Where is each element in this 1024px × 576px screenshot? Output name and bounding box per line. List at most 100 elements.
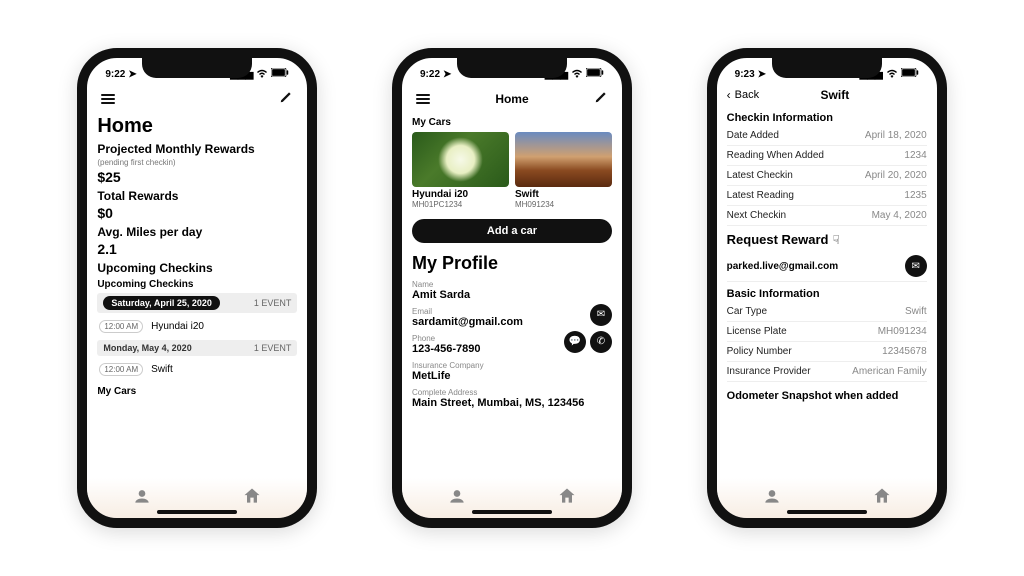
menu-icon[interactable] (416, 94, 430, 104)
message-icon[interactable]: 💬 (564, 331, 586, 353)
topbar-title: Home (495, 92, 528, 106)
info-value: MH091234 (878, 326, 927, 337)
home-indicator (157, 510, 237, 514)
upcoming-checkins-label: Upcoming Checkins (97, 261, 297, 275)
email-value: sardamit@gmail.com (412, 316, 523, 328)
info-key: Latest Checkin (727, 170, 793, 181)
odometer-head: Odometer Snapshot when added (727, 390, 927, 402)
page-title: Home (97, 115, 297, 138)
bottom-nav (717, 478, 937, 518)
info-row: Reading When Added1234 (727, 146, 927, 166)
info-key: Next Checkin (727, 210, 786, 221)
phone-profile: 9:22 ➤ ▁▃▅ Home My Cars Hyundai i20 (392, 48, 632, 528)
edit-icon[interactable] (594, 90, 608, 107)
total-rewards-value: $0 (97, 205, 297, 221)
checkin-info-head: Checkin Information (727, 112, 927, 124)
info-key: Reading When Added (727, 150, 824, 161)
screen-detail: ‹ Back Swift Checkin Information Date Ad… (717, 86, 937, 478)
wifi-icon (256, 68, 268, 81)
edit-icon[interactable] (279, 90, 293, 107)
avg-miles-value: 2.1 (97, 241, 297, 257)
status-time: 9:22 (105, 69, 125, 80)
profile-nav-icon[interactable] (447, 486, 467, 511)
status-time: 9:23 (735, 69, 755, 80)
email-icon[interactable]: ✉ (590, 304, 612, 326)
info-row: Date Added April 18, 2020 (727, 126, 927, 146)
event-count: 1 EVENT (254, 298, 292, 308)
date-row[interactable]: Saturday, April 25, 2020 1 EVENT (97, 293, 297, 313)
event-row[interactable]: 12:00 AM Hyundai i20 (97, 316, 297, 337)
event-time: 12:00 AM (99, 363, 143, 376)
insurance-value: MetLife (412, 370, 612, 382)
event-count: 1 EVENT (254, 343, 292, 353)
info-row: Insurance Provider American Family (727, 362, 927, 382)
phone-value: 123-456-7890 (412, 343, 481, 355)
event-car: Swift (151, 364, 173, 375)
info-row: License Plate MH091234 (727, 322, 927, 342)
avg-miles-label: Avg. Miles per day (97, 225, 297, 239)
name-value: Amit Sarda (412, 289, 612, 301)
wifi-icon (886, 68, 898, 81)
date-pill: Saturday, April 25, 2020 (103, 296, 220, 310)
my-cars-label: My Cars (412, 117, 612, 128)
info-row: Next Checkin May 4, 2020 (727, 206, 927, 226)
projected-value: $25 (97, 169, 297, 185)
profile-title: My Profile (412, 253, 612, 274)
info-row: Latest Reading 1235 (727, 186, 927, 206)
info-row: Car Type Swift (727, 302, 927, 322)
profile-nav-icon[interactable] (132, 486, 152, 511)
location-icon: ➤ (443, 69, 451, 80)
home-nav-icon[interactable] (242, 486, 262, 511)
name-label: Name (412, 280, 612, 289)
profile-nav-icon[interactable] (762, 486, 782, 511)
info-key: Date Added (727, 130, 779, 141)
battery-icon (586, 68, 604, 80)
notch (142, 58, 252, 78)
info-value: Swift (905, 306, 927, 317)
my-cars-label: My Cars (97, 386, 297, 397)
total-rewards-label: Total Rewards (97, 189, 297, 203)
detail-title: Swift (743, 88, 927, 102)
info-value: May 4, 2020 (872, 210, 927, 221)
email-label: Email (412, 307, 523, 316)
home-indicator (787, 510, 867, 514)
info-value: American Family (852, 366, 926, 377)
car-plate: MH01PC1234 (412, 200, 509, 209)
car-card[interactable]: Swift MH091234 (515, 132, 612, 209)
address-value: Main Street, Mumbai, MS, 123456 (412, 397, 612, 409)
car-card[interactable]: Hyundai i20 MH01PC1234 (412, 132, 509, 209)
event-row[interactable]: 12:00 AM Swift (97, 359, 297, 380)
date-row[interactable]: Monday, May 4, 2020 1 EVENT (97, 340, 297, 356)
info-value: 1235 (904, 190, 926, 201)
wifi-icon (571, 68, 583, 81)
info-value: April 18, 2020 (865, 130, 927, 141)
phone-detail: 9:23 ➤ ▁▃▅ ‹ Back Swift Checkin Informat… (707, 48, 947, 528)
car-plate: MH091234 (515, 200, 612, 209)
info-key: Policy Number (727, 346, 792, 357)
email-icon[interactable]: ✉ (905, 255, 927, 277)
home-nav-icon[interactable] (557, 486, 577, 511)
call-icon[interactable]: ✆ (590, 331, 612, 353)
address-label: Complete Address (412, 388, 612, 397)
menu-icon[interactable] (101, 94, 115, 104)
request-reward-head: Request Reward (727, 232, 829, 247)
location-icon: ➤ (758, 69, 766, 80)
info-key: License Plate (727, 326, 787, 337)
info-row: Latest Checkin April 20, 2020 (727, 166, 927, 186)
info-key: Car Type (727, 306, 767, 317)
add-car-button[interactable]: Add a car (412, 219, 612, 243)
info-key: Insurance Provider (727, 366, 811, 377)
car-name: Swift (515, 189, 612, 200)
car-image (515, 132, 612, 187)
info-key: Latest Reading (727, 190, 794, 201)
car-image (412, 132, 509, 187)
event-car: Hyundai i20 (151, 321, 204, 332)
notch (457, 58, 567, 78)
home-nav-icon[interactable] (872, 486, 892, 511)
info-value: April 20, 2020 (865, 170, 927, 181)
back-icon[interactable]: ‹ (727, 88, 731, 102)
basic-info-head: Basic Information (727, 288, 927, 300)
screen-home: Home Projected Monthly Rewards (pending … (87, 86, 307, 478)
reward-email: parked.live@gmail.com (727, 261, 838, 272)
insurance-label: Insurance Company (412, 361, 612, 370)
